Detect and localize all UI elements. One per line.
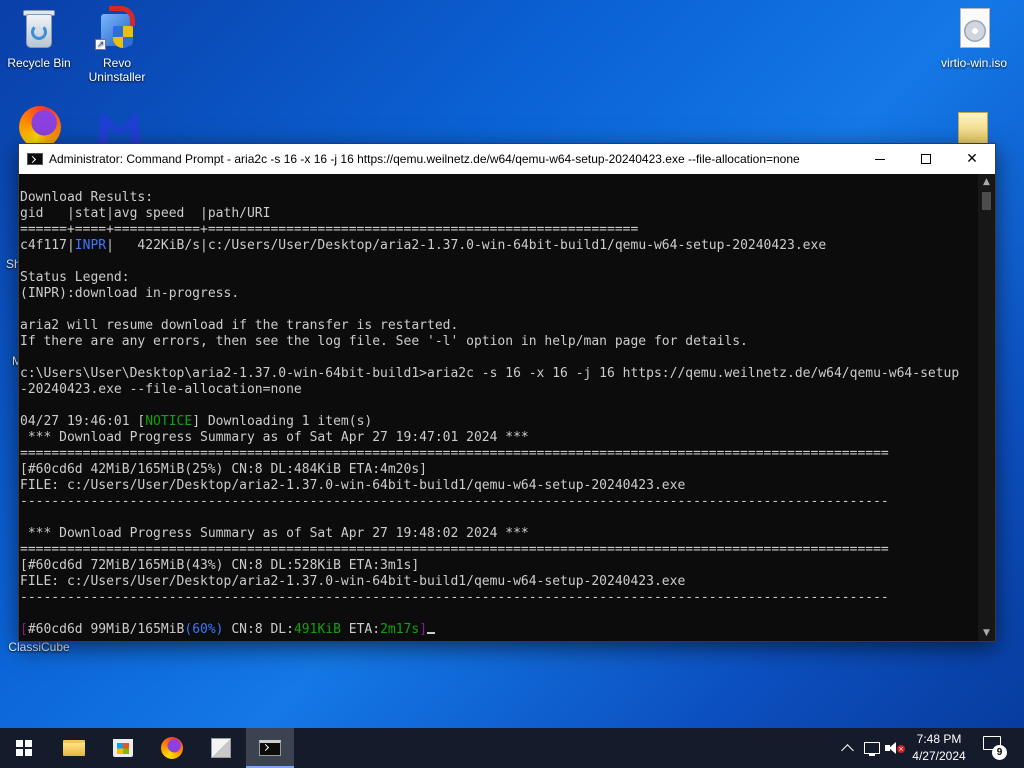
recycle-bin-icon — [17, 8, 61, 52]
taskbar-microsoft-store[interactable] — [99, 728, 147, 768]
notification-center-button[interactable]: 9 — [983, 736, 1007, 760]
desktop-icon-label: virtio-win.iso — [940, 56, 1007, 70]
command-prompt-icon — [259, 740, 281, 756]
start-button[interactable] — [0, 728, 48, 768]
console-live-progress: [#60cd6d 99MiB/165MiB(60%) CN:8 DL:491Ki… — [20, 622, 980, 638]
chevron-up-icon — [840, 744, 854, 757]
clock-time: 7:48 PM — [916, 732, 962, 746]
maximize-button[interactable] — [903, 144, 949, 174]
desktop-icon-label: ClassiCube — [8, 640, 70, 654]
console-line: (INPR):download in-progress. — [20, 286, 240, 301]
close-button[interactable]: ✕ — [949, 144, 995, 174]
notification-count-badge: 9 — [992, 745, 1007, 760]
firefox-icon — [161, 737, 183, 759]
volume-button[interactable]: × — [884, 728, 905, 768]
command-prompt-window[interactable]: Administrator: Command Prompt - aria2c -… — [18, 143, 996, 642]
text-cursor — [427, 632, 436, 634]
command-prompt-icon — [27, 153, 43, 165]
taskbar-command-prompt[interactable] — [246, 728, 294, 768]
console-line: ----------------------------------------… — [20, 494, 889, 509]
console-line: Download Results: — [20, 190, 154, 205]
taskbar-file-explorer[interactable] — [50, 728, 98, 768]
desktop-icon-label: Recycle Bin — [7, 56, 71, 70]
cube-app-icon — [211, 738, 231, 758]
desktop-icon-classicube[interactable]: ClassiCube — [1, 640, 77, 654]
windows-start-icon — [16, 740, 32, 756]
console-line: FILE: c:/Users/User/Desktop/aria2-1.37.0… — [20, 478, 686, 493]
microsoft-store-icon — [113, 739, 133, 757]
desktop-icon-recycle-bin[interactable]: Recycle Bin — [1, 8, 77, 70]
console-result-row: c4f117|INPR| 422KiB/s|c:/Users/User/Desk… — [20, 238, 827, 253]
close-icon: ✕ — [966, 151, 978, 167]
desktop-icon-folder[interactable] — [936, 108, 1012, 144]
minimize-icon — [875, 158, 885, 160]
taskbar-clock[interactable]: 7:48 PM 4/27/2024 — [905, 728, 973, 768]
scrollbar-thumb[interactable] — [982, 192, 991, 210]
console-line: [#60cd6d 72MiB/165MiB(43%) CN:8 DL:528Ki… — [20, 558, 420, 573]
revo-uninstaller-icon: ↗ — [95, 6, 139, 52]
malwarebytes-icon — [95, 104, 141, 144]
console-line: ========================================… — [20, 542, 889, 557]
window-title: Administrator: Command Prompt - aria2c -… — [49, 152, 800, 166]
taskbar: × 7:48 PM 4/27/2024 9 — [0, 728, 1024, 768]
console-line: [#60cd6d 42MiB/165MiB(25%) CN:8 DL:484Ki… — [20, 462, 427, 477]
scroll-down-icon[interactable]: ▼ — [978, 625, 995, 641]
volume-muted-icon: × — [885, 741, 905, 755]
desktop-icon-label: Revo Uninstaller — [88, 56, 146, 84]
network-button[interactable] — [861, 728, 883, 768]
clock-date: 4/27/2024 — [912, 749, 966, 763]
scroll-up-icon[interactable]: ▲ — [978, 174, 995, 190]
console-line: gid |stat|avg speed |path/URI — [20, 206, 271, 221]
console-line: FILE: c:/Users/User/Desktop/aria2-1.37.0… — [20, 574, 686, 589]
console-line: If there are any errors, then see the lo… — [20, 334, 748, 349]
notice-tag: NOTICE — [145, 414, 193, 429]
minimize-button[interactable] — [857, 144, 903, 174]
window-titlebar[interactable]: Administrator: Command Prompt - aria2c -… — [19, 144, 995, 174]
console-output[interactable]: Download Results: gid |stat|avg speed |p… — [19, 174, 980, 641]
maximize-icon — [921, 154, 931, 164]
desktop-icon-malwarebytes[interactable] — [79, 104, 155, 144]
console-line: *** Download Progress Summary as of Sat … — [20, 526, 529, 541]
status-inpr: INPR — [74, 238, 107, 253]
console-line: ----------------------------------------… — [20, 590, 889, 605]
desktop-icon-firefox[interactable] — [1, 104, 77, 144]
network-icon — [864, 742, 880, 756]
console-command-line: c:\Users\User\Desktop\aria2-1.37.0-win-6… — [20, 366, 960, 381]
console-line: *** Download Progress Summary as of Sat … — [20, 430, 529, 445]
console-command-line: -20240423.exe --file-allocation=none — [20, 382, 302, 397]
iso-file-icon — [952, 8, 996, 52]
console-line: ======+====+===========+================… — [20, 222, 639, 237]
console-scrollbar[interactable]: ▲ ▼ — [978, 174, 995, 641]
desktop-icon-virtio-iso[interactable]: virtio-win.iso — [936, 8, 1012, 70]
file-explorer-icon — [63, 740, 85, 756]
desktop-icon-revo-uninstaller[interactable]: ↗ Revo Uninstaller — [79, 6, 155, 84]
taskbar-cube-app[interactable] — [197, 728, 245, 768]
show-hidden-icons-button[interactable] — [838, 728, 856, 768]
console-line: aria2 will resume download if the transf… — [20, 318, 459, 333]
console-notice-line: 04/27 19:46:01 [NOTICE] Downloading 1 it… — [20, 414, 373, 429]
console-line: Status Legend: — [20, 270, 130, 285]
taskbar-firefox[interactable] — [148, 728, 196, 768]
console-line: ========================================… — [20, 446, 889, 461]
firefox-icon — [17, 104, 61, 144]
folder-icon — [952, 108, 996, 144]
